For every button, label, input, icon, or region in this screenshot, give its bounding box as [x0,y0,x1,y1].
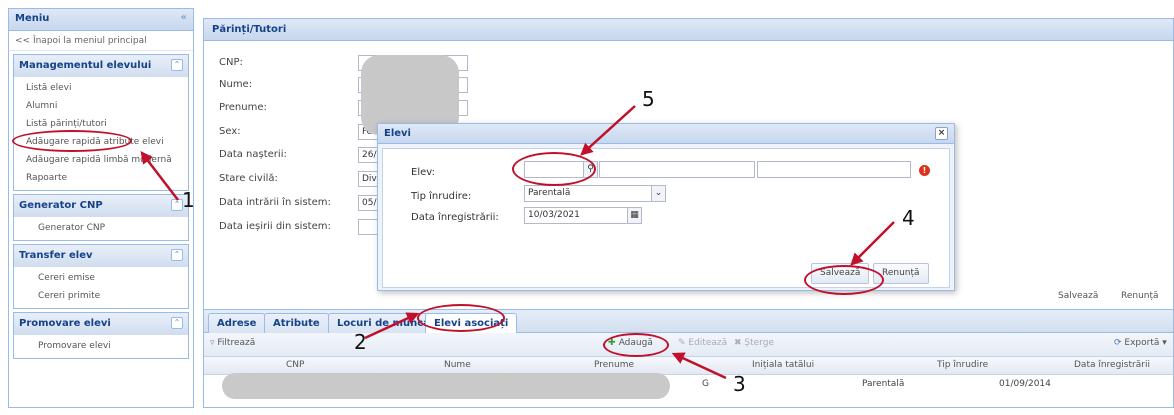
column-cnp[interactable]: CNP [286,360,304,370]
sidebar-menu: Meniu « << Înapoi la meniul principal Ma… [8,8,194,408]
edit-button[interactable]: ✎ Editează [678,338,727,348]
delete-label: Șterge [744,338,774,348]
cell-initiala: G [702,379,709,389]
data-inregistrarii-input[interactable]: 10/03/2021 ▦ [524,207,642,224]
elevi-dialog: Elevi × Elev: ⚲ ! Tip înrudire: Parental… [377,123,955,291]
column-prenume[interactable]: Prenume [594,360,634,370]
field-label: CNP: [219,57,243,68]
sidebar-header: Meniu « [9,9,193,31]
filter-label: Filtrează [217,338,256,348]
group-generator-cnp: Generator CNP ⌃ Generator CNP [13,194,189,241]
error-icon: ! [919,165,930,176]
export-icon: ⟳ [1114,338,1125,348]
annotation-number-5: 5 [642,87,655,111]
annotation-number-1: 1 [182,188,195,212]
column-data-inregistrarii[interactable]: Data înregistrării [1074,360,1150,370]
dialog-title: Elevi [384,128,411,139]
calendar-icon[interactable]: ▦ [627,208,641,223]
sidebar-item-lista-elevi[interactable]: Listă elevi [14,80,188,98]
collapse-group-icon[interactable]: ⌃ [171,317,183,329]
sidebar-item-alumni[interactable]: Alumni [14,98,188,116]
export-label: Exportă [1124,338,1160,348]
group-header[interactable]: Generator CNP ⌃ [14,195,188,217]
save-button[interactable]: Salvează [1052,287,1104,307]
tab-adrese[interactable]: Adrese [208,313,266,333]
collapse-group-icon[interactable]: ⌃ [171,59,183,71]
filter-button[interactable]: ▿ Filtrează [210,338,255,348]
sidebar-title: Meniu [15,13,50,24]
sidebar-item-cereri-primite[interactable]: Cereri primite [14,288,188,306]
dialog-header: Elevi × [378,124,954,144]
sidebar-item-rapoarte[interactable]: Rapoarte [14,170,188,188]
sidebar-item-generator-cnp[interactable]: Generator CNP [14,220,188,238]
delete-button[interactable]: ✖ Șterge [734,338,774,348]
sidebar-item-cereri-emise[interactable]: Cereri emise [14,270,188,288]
app-root: Meniu « << Înapoi la meniul principal Ma… [0,0,1174,415]
elev-label: Elev: [411,167,435,178]
edit-label: Editează [688,338,728,348]
group-header[interactable]: Transfer elev ⌃ [14,245,188,267]
field-label: Data intrării în sistem: [219,197,331,208]
group-title: Managementul elevului [19,60,152,71]
highlight-ring-elevi-asociati [417,304,505,332]
group-promovare-elevi: Promovare elevi ⌃ Promovare elevi [13,312,189,359]
annotation-number-3: 3 [733,372,746,396]
highlight-ring-salveaza [804,265,884,295]
sidebar-item-adaugare-limba[interactable]: Adăugare rapidă limbă modernă [14,152,188,170]
export-button[interactable]: ⟳ Exportă ▾ [1114,338,1167,348]
group-header[interactable]: Managementul elevului ⌃ [14,55,188,77]
back-to-main-menu-link[interactable]: << Înapoi la meniul principal [9,31,193,51]
elev-prenume-field [757,161,911,178]
cell-data-inregistrarii: 01/09/2014 [999,379,1051,389]
delete-icon: ✖ [734,338,745,348]
column-initiala-tatalui[interactable]: Inițiala tatălui [752,360,814,370]
column-tip-inrudire[interactable]: Tip înrudire [937,360,988,370]
group-title: Transfer elev [19,250,93,261]
tip-inrudire-label: Tip înrudire: [411,191,472,202]
highlight-ring-elev-search [512,152,596,186]
group-title: Promovare elevi [19,318,111,329]
panel-title: Părinți/Tutori [204,19,1173,41]
data-inregistrarii-label: Data înregistrării: [411,212,499,223]
tip-inrudire-value: Parentală [528,188,571,198]
field-label: Data nașterii: [219,149,287,160]
highlight-ring-lista-parinti [12,130,132,152]
grid-toolbar: ▿ Filtrează ✚ Adaugă ✎ Editează ✖ Șterge… [204,333,1173,357]
group-header[interactable]: Promovare elevi ⌃ [14,313,188,335]
cell-tip-inrudire: Parentală [862,379,905,389]
cancel-button[interactable]: Renunță [1115,287,1165,307]
column-nume[interactable]: Nume [444,360,471,370]
highlight-ring-adauga [603,333,669,357]
sidebar-item-promovare-elevi[interactable]: Promovare elevi [14,338,188,356]
field-label: Sex: [219,126,241,137]
field-label: Nume: [219,79,253,90]
annotation-number-2: 2 [354,330,367,354]
chevron-down-icon: ▾ [1159,338,1167,348]
collapse-group-icon[interactable]: ⌃ [171,249,183,261]
field-label: Data ieșirii din sistem: [219,221,331,232]
annotation-number-4: 4 [902,206,915,230]
close-icon[interactable]: × [935,127,948,140]
group-transfer-elev: Transfer elev ⌃ Cereri emise Cereri prim… [13,244,189,309]
elev-nume-field [599,161,755,178]
tab-strip: Adrese Atribute Locuri de muncă Elevi as… [204,309,1173,333]
edit-icon: ✎ [678,338,689,348]
chevron-down-icon[interactable]: ⌄ [651,186,665,201]
group-managementul-elevului: Managementul elevului ⌃ Listă elevi Alum… [13,54,189,191]
data-inregistrarii-value: 10/03/2021 [528,210,580,220]
redacted-row [222,373,670,399]
field-label: Stare civilă: [219,173,278,184]
tab-atribute[interactable]: Atribute [264,313,329,333]
collapse-icon[interactable]: « [181,12,187,23]
field-label: Prenume: [219,102,267,113]
tip-inrudire-select[interactable]: Parentală ⌄ [524,185,666,202]
group-title: Generator CNP [19,200,103,211]
